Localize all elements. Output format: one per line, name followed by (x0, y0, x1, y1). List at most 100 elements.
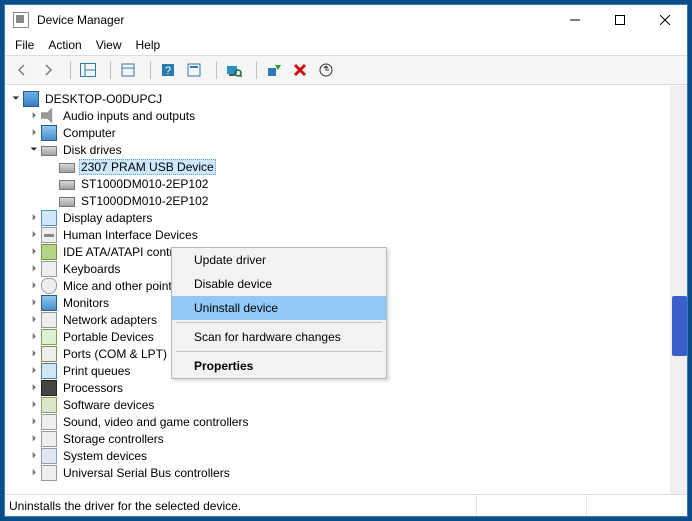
tree-device[interactable]: 2307 PRAM USB Device (9, 158, 670, 175)
enable-device-button[interactable] (263, 59, 285, 81)
disk-icon (41, 146, 57, 156)
tree-category[interactable]: ⏵Processors (9, 379, 670, 396)
ctx-uninstall-device[interactable]: Uninstall device (172, 296, 386, 320)
close-button[interactable] (642, 5, 687, 35)
context-menu: Update driver Disable device Uninstall d… (171, 247, 387, 379)
tree-category[interactable]: ⏵ Display adapters (9, 209, 670, 226)
tree-item-label: Disk drives (61, 143, 124, 157)
disk-icon (59, 180, 75, 190)
action-button[interactable] (183, 59, 205, 81)
expand-arrow-icon[interactable]: ⏵ (27, 246, 41, 257)
expand-arrow-icon[interactable]: ⏵ (27, 314, 41, 325)
hid-icon (41, 227, 57, 243)
usb-icon (41, 465, 57, 481)
ctx-update-driver[interactable]: Update driver (172, 248, 386, 272)
tree-item-label: 2307 PRAM USB Device (79, 159, 216, 175)
tree-item-label: Sound, video and game controllers (61, 415, 250, 429)
status-cell (477, 495, 587, 516)
tree-category[interactable]: ⏵ Computer (9, 124, 670, 141)
disk-icon (59, 163, 75, 173)
tree-item-label: Display adapters (61, 211, 154, 225)
net-icon (41, 312, 57, 328)
back-button[interactable] (11, 59, 33, 81)
tree-item-label: Print queues (61, 364, 132, 378)
tree-category[interactable]: ⏵ Software devices (9, 396, 670, 413)
display-icon (41, 210, 57, 226)
menu-action[interactable]: Action (48, 38, 81, 52)
expand-arrow-icon[interactable]: ⏷ (27, 144, 41, 155)
scan-hardware-button[interactable] (223, 59, 245, 81)
ctx-disable-device[interactable]: Disable device (172, 272, 386, 296)
expand-arrow-icon[interactable]: ⏵ (27, 348, 41, 359)
uninstall-device-button[interactable] (289, 59, 311, 81)
forward-button[interactable] (37, 59, 59, 81)
system-icon (41, 448, 57, 464)
storage-icon (41, 431, 57, 447)
tree-item-label: Storage controllers (61, 432, 166, 446)
app-icon (13, 12, 29, 28)
menubar: File Action View Help (5, 35, 687, 55)
update-driver-button[interactable] (315, 59, 337, 81)
vertical-scrollbar[interactable] (670, 86, 687, 494)
expand-arrow-icon[interactable]: ⏵ (27, 229, 41, 240)
tree-device[interactable]: ST1000DM010-2EP102 (9, 175, 670, 192)
content-area: ⏷DESKTOP-O0DUPCJ⏵Audio inputs and output… (5, 85, 687, 494)
tree-category[interactable]: ⏵ Sound, video and game controllers (9, 413, 670, 430)
window-title: Device Manager (37, 13, 552, 27)
scroll-thumb[interactable] (672, 296, 687, 356)
expand-arrow-icon[interactable]: ⏵ (27, 331, 41, 342)
window-controls (552, 5, 687, 35)
show-hide-tree-button[interactable] (77, 59, 99, 81)
ide-icon (41, 244, 57, 260)
tree-category[interactable]: ⏵Human Interface Devices (9, 226, 670, 243)
titlebar[interactable]: Device Manager (5, 5, 687, 35)
tree-category[interactable]: ⏵ Universal Serial Bus controllers (9, 464, 670, 481)
minimize-button[interactable] (552, 5, 597, 35)
keyboard-icon (41, 261, 57, 277)
menu-help[interactable]: Help (136, 38, 161, 52)
expand-arrow-icon[interactable]: ⏵ (27, 450, 41, 461)
tree-category[interactable]: ⏵System devices (9, 447, 670, 464)
expand-arrow-icon[interactable]: ⏵ (27, 399, 41, 410)
audio-icon (41, 108, 57, 124)
tree-root[interactable]: ⏷DESKTOP-O0DUPCJ (9, 90, 670, 107)
tree-item-label: Software devices (61, 398, 156, 412)
status-cell (587, 495, 687, 516)
expand-arrow-icon[interactable]: ⏵ (27, 280, 41, 291)
menu-file[interactable]: File (15, 38, 34, 52)
monitor-icon (41, 125, 57, 141)
expand-arrow-icon[interactable]: ⏵ (27, 263, 41, 274)
cpu-icon (41, 380, 57, 396)
expand-arrow-icon[interactable]: ⏵ (27, 433, 41, 444)
expand-arrow-icon[interactable]: ⏵ (27, 382, 41, 393)
help-button[interactable]: ? (157, 59, 179, 81)
expand-arrow-icon[interactable]: ⏵ (27, 212, 41, 223)
tree-item-label: Monitors (61, 296, 111, 310)
tree-item-label: Universal Serial Bus controllers (61, 466, 232, 480)
expand-arrow-icon[interactable]: ⏵ (27, 416, 41, 427)
expand-arrow-icon[interactable]: ⏵ (27, 127, 41, 138)
tree-item-label: Ports (COM & LPT) (61, 347, 169, 361)
tree-item-label: Network adapters (61, 313, 159, 327)
tree-category[interactable]: ⏷ Disk drives (9, 141, 670, 158)
monitor-icon (41, 295, 57, 311)
mouse-icon (41, 278, 57, 294)
maximize-button[interactable] (597, 5, 642, 35)
status-text: Uninstalls the driver for the selected d… (9, 495, 477, 516)
tree-category[interactable]: ⏵ Storage controllers (9, 430, 670, 447)
ctx-scan-hardware[interactable]: Scan for hardware changes (172, 325, 386, 349)
tree-device[interactable]: ST1000DM010-2EP102 (9, 192, 670, 209)
tree-item-label: ST1000DM010-2EP102 (79, 194, 210, 208)
expand-arrow-icon[interactable]: ⏵ (27, 467, 41, 478)
expand-arrow-icon[interactable]: ⏵ (27, 110, 41, 121)
tree-category[interactable]: ⏵Audio inputs and outputs (9, 107, 670, 124)
ctx-properties[interactable]: Properties (172, 354, 386, 378)
expand-arrow-icon[interactable]: ⏷ (9, 93, 23, 104)
properties-button[interactable] (117, 59, 139, 81)
expand-arrow-icon[interactable]: ⏵ (27, 297, 41, 308)
menu-view[interactable]: View (96, 38, 122, 52)
sound-icon (41, 414, 57, 430)
printer-icon (41, 363, 57, 379)
tree-item-label: Computer (61, 126, 118, 140)
expand-arrow-icon[interactable]: ⏵ (27, 365, 41, 376)
